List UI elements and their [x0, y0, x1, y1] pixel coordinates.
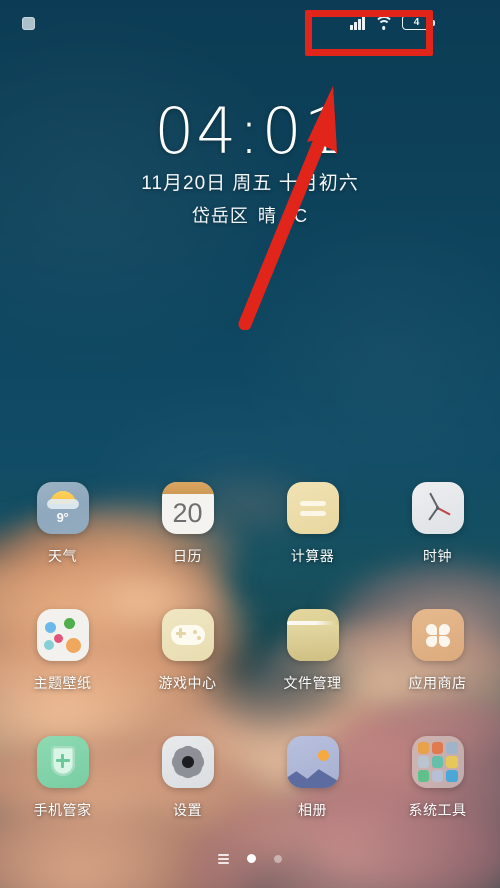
file-manager-icon	[286, 609, 339, 661]
app-label: 主题壁纸	[33, 675, 92, 691]
cellular-signal-icon	[350, 15, 366, 30]
app-label: 天气	[48, 548, 77, 564]
app-row: 9° 天气 20 日历 计算器 时钟	[0, 482, 500, 566]
app-icon-settings[interactable]: 设置	[125, 736, 250, 820]
folder-mini-icon	[417, 770, 430, 782]
app-row: 手机管家 设置 相册 系统工具	[0, 736, 500, 820]
folder-mini-icon	[431, 742, 444, 754]
app-icon-app-store[interactable]: 应用商店	[375, 609, 500, 693]
status-bar: 4	[0, 0, 500, 46]
status-bar-left	[22, 17, 35, 30]
app-label: 日历	[173, 548, 202, 564]
folder-mini-icon	[431, 770, 444, 782]
app-label: 时钟	[423, 548, 452, 564]
system-tools-folder-icon	[411, 736, 464, 788]
app-icon-weather[interactable]: 9° 天气	[0, 482, 125, 566]
clock-icon	[411, 482, 464, 534]
themes-wallpaper-icon	[36, 609, 89, 661]
battery-icon: 4	[402, 15, 435, 30]
folder-mini-icon	[445, 770, 458, 782]
app-icon-themes[interactable]: 主题壁纸	[0, 609, 125, 693]
folder-mini-icon	[431, 756, 444, 768]
app-label: 相册	[298, 802, 327, 818]
folder-mini-icon	[445, 756, 458, 768]
app-icon-file-manager[interactable]: 文件管理	[250, 609, 375, 693]
app-icon-game-center[interactable]: 游戏中心	[125, 609, 250, 693]
app-icon-system-tools[interactable]: 系统工具	[375, 736, 500, 820]
calculator-icon	[286, 482, 339, 534]
app-label: 文件管理	[283, 675, 342, 691]
app-icon-calculator[interactable]: 计算器	[250, 482, 375, 566]
app-label: 游戏中心	[158, 675, 217, 691]
weather-icon-temp: 9°	[56, 510, 69, 525]
folder-mini-icon	[445, 742, 458, 754]
app-icon-gallery[interactable]: 相册	[250, 736, 375, 820]
app-label: 系统工具	[408, 802, 467, 818]
app-label: 手机管家	[33, 802, 92, 818]
phone-manager-icon	[36, 736, 89, 788]
folder-mini-grid	[417, 742, 458, 782]
folder-mini-icon	[417, 756, 430, 768]
app-label: 设置	[173, 802, 202, 818]
status-bar-right[interactable]: 4	[350, 15, 435, 30]
notification-square-icon	[22, 17, 35, 30]
gallery-icon	[286, 736, 339, 788]
calendar-icon-day: 20	[172, 498, 203, 528]
app-icon-clock[interactable]: 时钟	[375, 482, 500, 566]
app-label: 应用商店	[408, 675, 467, 691]
app-store-icon	[411, 609, 464, 661]
hamburger-menu-icon[interactable]	[218, 853, 229, 864]
weather-icon: 9°	[36, 482, 89, 534]
phone-home-screen: 4 04:01 11月20日 周五 十月初六 岱岳区晴 °C 9° 天气 20 …	[0, 0, 500, 888]
settings-gear-icon	[161, 736, 214, 788]
battery-level-text: 4	[413, 16, 420, 28]
app-icon-phone-manager[interactable]: 手机管家	[0, 736, 125, 820]
page-dot[interactable]	[274, 854, 282, 863]
page-indicator	[0, 853, 500, 864]
wifi-icon	[374, 15, 394, 30]
calendar-icon: 20	[161, 482, 214, 534]
page-dot-active[interactable]	[247, 854, 256, 864]
app-label: 计算器	[290, 548, 335, 564]
app-row: 主题壁纸 游戏中心 文件管理 应用商店	[0, 609, 500, 693]
app-icon-calendar[interactable]: 20 日历	[125, 482, 250, 566]
game-center-icon	[161, 609, 214, 661]
app-grid: 9° 天气 20 日历 计算器 时钟 主题壁纸 游戏中心 文件管理 应用商店 手…	[0, 482, 500, 820]
folder-mini-icon	[417, 742, 430, 754]
